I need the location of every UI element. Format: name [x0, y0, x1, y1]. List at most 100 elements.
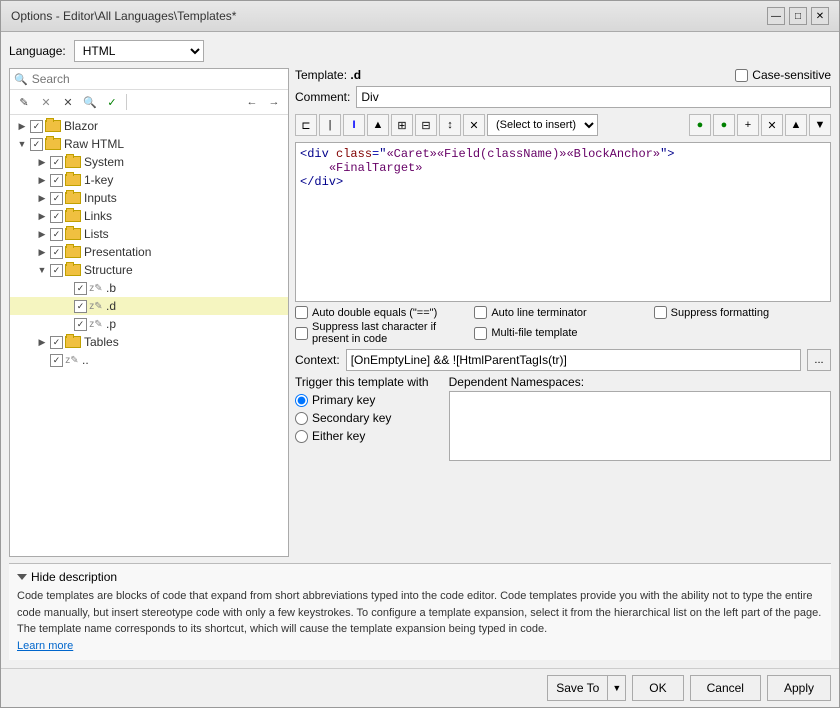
- tree-item-blazor[interactable]: Blazor: [10, 117, 288, 135]
- tree-item-dotdot[interactable]: z✎ ..: [10, 351, 288, 369]
- maximize-button[interactable]: □: [789, 7, 807, 25]
- case-sensitive-checkbox[interactable]: [735, 69, 748, 82]
- learn-more-link[interactable]: Learn more: [17, 640, 73, 652]
- comment-input[interactable]: [356, 86, 831, 108]
- ed-green1-button[interactable]: ●: [689, 114, 711, 136]
- ed-btn-8[interactable]: ✕: [463, 114, 485, 136]
- ed-times-button[interactable]: ✕: [761, 114, 783, 136]
- tree-item-structure[interactable]: Structure: [10, 261, 288, 279]
- expand-structure-icon[interactable]: [34, 262, 50, 278]
- folder-links-icon: [65, 210, 81, 222]
- find-button[interactable]: 🔍: [80, 92, 100, 112]
- ed-plus-button[interactable]: +: [737, 114, 759, 136]
- checkbox-dotdot[interactable]: [50, 354, 63, 367]
- expand-inputs-icon[interactable]: [34, 190, 50, 206]
- checkbox-b[interactable]: [74, 282, 87, 295]
- expand-1key-icon[interactable]: [34, 172, 50, 188]
- expand-presentation-icon[interactable]: [34, 244, 50, 260]
- checkbox-lists[interactable]: [50, 228, 63, 241]
- tree-item-tables[interactable]: Tables: [10, 333, 288, 351]
- tree-item-rawhtml[interactable]: Raw HTML: [10, 135, 288, 153]
- tree-item-1key[interactable]: 1-key: [10, 171, 288, 189]
- ed-btn-4[interactable]: ▲: [367, 114, 389, 136]
- context-browse-button[interactable]: ...: [807, 349, 831, 371]
- language-label: Language:: [9, 44, 66, 58]
- context-input[interactable]: [346, 349, 801, 371]
- template-header: Template: .d Case-sensitive: [295, 68, 831, 82]
- arrow-left-button[interactable]: ←: [242, 92, 262, 112]
- checkbox-tables[interactable]: [50, 336, 63, 349]
- hide-description-toggle[interactable]: Hide description: [17, 570, 823, 584]
- namespaces-label: Dependent Namespaces:: [449, 375, 831, 389]
- tree-item-b[interactable]: z✎ .b: [10, 279, 288, 297]
- arrow-right-button[interactable]: →: [264, 92, 284, 112]
- save-to-label[interactable]: Save To: [548, 676, 608, 700]
- expand-links-icon[interactable]: [34, 208, 50, 224]
- tree-label-presentation: Presentation: [84, 245, 151, 259]
- template-dotdot-icon: z✎: [65, 353, 79, 367]
- ed-btn-7[interactable]: ↕: [439, 114, 461, 136]
- code-editor[interactable]: <div class="«Caret»«Field(className)»«Bl…: [295, 142, 831, 302]
- insert-select[interactable]: (Select to insert): [487, 114, 598, 136]
- template-label: Template: .d: [295, 68, 361, 82]
- tree-item-presentation[interactable]: Presentation: [10, 243, 288, 261]
- window-controls: — □ ✕: [767, 7, 829, 25]
- ed-btn-5[interactable]: ⊞: [391, 114, 413, 136]
- minimize-button[interactable]: —: [767, 7, 785, 25]
- expand-system-icon[interactable]: [34, 154, 50, 170]
- ed-btn-3[interactable]: I: [343, 114, 365, 136]
- ed-arrowup-button[interactable]: ▲: [785, 114, 807, 136]
- code-line-1: <div class="«Caret»«Field(className)»«Bl…: [300, 147, 826, 161]
- checkbox-rawhtml[interactable]: [30, 138, 43, 151]
- tree-item-links[interactable]: Links: [10, 207, 288, 225]
- save-to-dropdown-arrow[interactable]: ▼: [608, 676, 625, 700]
- add-button[interactable]: ✕: [36, 92, 56, 112]
- suppress-last-checkbox[interactable]: [295, 327, 308, 340]
- tree-item-p[interactable]: z✎ .p: [10, 315, 288, 333]
- auto-line-checkbox[interactable]: [474, 306, 487, 319]
- checkbox-links[interactable]: [50, 210, 63, 223]
- ok-button[interactable]: OK: [632, 675, 683, 701]
- language-select[interactable]: HTML CSS JavaScript PHP XML: [74, 40, 204, 62]
- ed-btn-6[interactable]: ⊟: [415, 114, 437, 136]
- delete-button[interactable]: ✕: [58, 92, 78, 112]
- namespaces-textarea[interactable]: [449, 391, 831, 461]
- check-button[interactable]: ✓: [102, 92, 122, 112]
- checkbox-blazor[interactable]: [30, 120, 43, 133]
- ed-btn-2[interactable]: |: [319, 114, 341, 136]
- auto-double-checkbox[interactable]: [295, 306, 308, 319]
- radio-secondary[interactable]: [295, 412, 308, 425]
- checkbox-structure[interactable]: [50, 264, 63, 277]
- folder-presentation-icon: [65, 246, 81, 258]
- context-row: Context: ...: [295, 349, 831, 371]
- save-to-button[interactable]: Save To ▼: [547, 675, 626, 701]
- radio-primary[interactable]: [295, 394, 308, 407]
- ed-btn-1[interactable]: ⊏: [295, 114, 317, 136]
- expand-rawhtml-icon[interactable]: [14, 136, 30, 152]
- close-button[interactable]: ✕: [811, 7, 829, 25]
- ed-arrowdown-button[interactable]: ▼: [809, 114, 831, 136]
- ed-green2-button[interactable]: ●: [713, 114, 735, 136]
- checkbox-presentation[interactable]: [50, 246, 63, 259]
- tree-item-inputs[interactable]: Inputs: [10, 189, 288, 207]
- radio-either[interactable]: [295, 430, 308, 443]
- checkbox-inputs[interactable]: [50, 192, 63, 205]
- tree-item-d[interactable]: z✎ .d: [10, 297, 288, 315]
- checkbox-p[interactable]: [74, 318, 87, 331]
- search-input[interactable]: [32, 72, 284, 86]
- edit-button[interactable]: ✎: [14, 92, 34, 112]
- cancel-button[interactable]: Cancel: [690, 675, 761, 701]
- checkbox-system[interactable]: [50, 156, 63, 169]
- tree-item-system[interactable]: System: [10, 153, 288, 171]
- apply-button[interactable]: Apply: [767, 675, 831, 701]
- expand-blazor-icon[interactable]: [14, 118, 30, 134]
- expand-tables-icon[interactable]: [34, 334, 50, 350]
- tree-label-lists: Lists: [84, 227, 109, 241]
- checkbox-1key[interactable]: [50, 174, 63, 187]
- tree-item-lists[interactable]: Lists: [10, 225, 288, 243]
- suppress-format-checkbox[interactable]: [654, 306, 667, 319]
- expand-lists-icon[interactable]: [34, 226, 50, 242]
- checkbox-d[interactable]: [74, 300, 87, 313]
- multifile-checkbox[interactable]: [474, 327, 487, 340]
- tree-area[interactable]: Blazor Raw HTML: [10, 115, 288, 556]
